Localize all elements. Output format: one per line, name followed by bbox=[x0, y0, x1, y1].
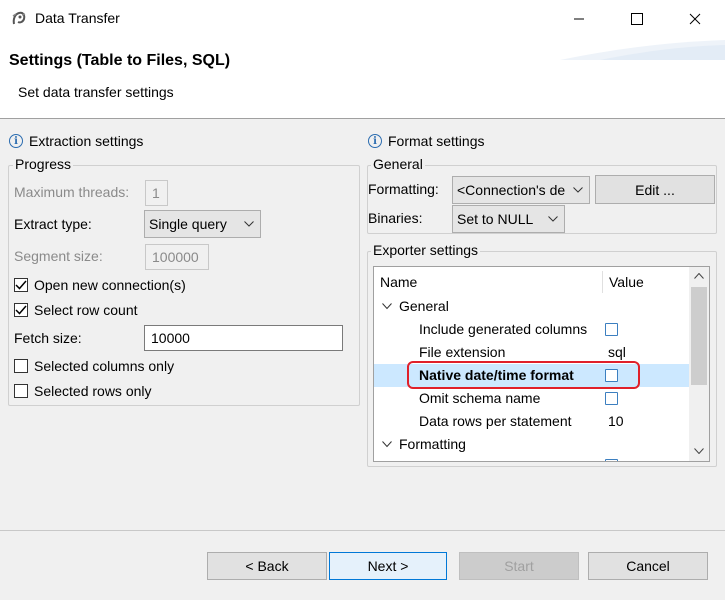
select-row-count-option[interactable]: Select row count bbox=[14, 302, 138, 318]
property-name: File extension bbox=[419, 344, 506, 360]
header-decoration bbox=[560, 40, 725, 60]
extract-type-label: Extract type: bbox=[14, 216, 92, 232]
formatting-combo[interactable]: <Connection's de bbox=[452, 176, 590, 204]
scroll-down-icon[interactable] bbox=[694, 448, 704, 454]
chevron-down-icon bbox=[542, 216, 564, 222]
footer-separator bbox=[0, 530, 725, 531]
window-title: Data Transfer bbox=[35, 10, 120, 26]
property-value: 10 bbox=[608, 413, 624, 429]
column-header-name[interactable]: Name bbox=[380, 274, 417, 290]
column-header-value[interactable]: Value bbox=[609, 274, 644, 290]
table-row[interactable]: Omit schema name bbox=[374, 387, 690, 410]
start-button: Start bbox=[459, 552, 579, 580]
fetch-size-input[interactable]: 10000 bbox=[144, 325, 343, 351]
close-button[interactable] bbox=[666, 0, 724, 38]
selected-columns-label: Selected columns only bbox=[34, 358, 175, 374]
checkbox-unchecked[interactable] bbox=[14, 359, 28, 373]
max-threads-label: Maximum threads: bbox=[14, 184, 130, 200]
checkbox-checked[interactable] bbox=[14, 303, 28, 317]
extraction-settings-heading: i Extraction settings bbox=[9, 133, 143, 149]
info-icon: i bbox=[368, 134, 382, 148]
segment-size-label: Segment size: bbox=[14, 248, 103, 264]
binaries-label: Binaries: bbox=[368, 210, 423, 226]
scroll-thumb[interactable] bbox=[691, 287, 707, 385]
table-row-partial[interactable] bbox=[374, 456, 690, 461]
cancel-button[interactable]: Cancel bbox=[588, 552, 708, 580]
formatting-value: <Connection's de bbox=[457, 182, 565, 198]
checkbox-unchecked[interactable] bbox=[605, 392, 618, 405]
info-icon: i bbox=[9, 134, 23, 148]
tree-group-label: General bbox=[399, 298, 449, 314]
max-threads-field: 1 bbox=[145, 180, 168, 206]
chevron-down-icon[interactable] bbox=[382, 441, 392, 448]
tree-group-label: Formatting bbox=[399, 436, 466, 452]
checkbox-unchecked[interactable] bbox=[605, 323, 618, 336]
title-bar: Data Transfer bbox=[0, 0, 725, 38]
table-row[interactable]: Include generated columns bbox=[374, 318, 690, 341]
chevron-down-icon bbox=[238, 221, 260, 227]
checkbox-checked[interactable] bbox=[14, 278, 28, 292]
maximize-button[interactable] bbox=[608, 0, 666, 38]
selected-rows-option[interactable]: Selected rows only bbox=[14, 383, 152, 399]
exporter-group-title: Exporter settings bbox=[371, 242, 481, 258]
property-value: sql bbox=[608, 344, 626, 360]
highlight-annotation bbox=[407, 361, 640, 389]
selected-columns-option[interactable]: Selected columns only bbox=[14, 358, 174, 374]
extract-type-value: Single query bbox=[149, 216, 227, 232]
format-settings-label: Format settings bbox=[388, 133, 485, 149]
checkbox-unchecked[interactable] bbox=[14, 384, 28, 398]
table-row[interactable]: Data rows per statement 10 bbox=[374, 410, 690, 433]
binaries-combo[interactable]: Set to NULL bbox=[452, 205, 565, 233]
chevron-down-icon[interactable] bbox=[382, 303, 392, 310]
segment-size-field: 100000 bbox=[145, 244, 209, 270]
close-icon bbox=[689, 13, 701, 25]
binaries-value: Set to NULL bbox=[457, 211, 534, 227]
extraction-settings-label: Extraction settings bbox=[29, 133, 144, 149]
extract-type-combo[interactable]: Single query bbox=[144, 210, 261, 238]
open-new-connection-option[interactable]: Open new connection(s) bbox=[14, 277, 186, 293]
property-name: Include generated columns bbox=[419, 321, 588, 337]
scroll-up-icon[interactable] bbox=[694, 273, 704, 279]
edit-button[interactable]: Edit ... bbox=[595, 175, 715, 204]
open-new-connection-label: Open new connection(s) bbox=[34, 277, 186, 293]
minimize-icon bbox=[574, 18, 584, 20]
next-button[interactable]: Next > bbox=[329, 552, 447, 580]
wizard-header: Settings (Table to Files, SQL) Set data … bbox=[0, 38, 725, 119]
progress-group-title: Progress bbox=[13, 156, 74, 172]
table-scrollbar[interactable] bbox=[689, 267, 709, 461]
column-divider bbox=[602, 271, 603, 293]
table-header: Name Value bbox=[374, 269, 690, 295]
page-title: Settings (Table to Files, SQL) bbox=[9, 52, 231, 69]
chevron-down-icon bbox=[567, 187, 589, 193]
fetch-size-label: Fetch size: bbox=[14, 330, 82, 346]
tree-group-general[interactable]: General bbox=[374, 295, 690, 318]
checkbox-unchecked[interactable] bbox=[605, 459, 618, 461]
select-row-count-label: Select row count bbox=[34, 302, 138, 318]
back-button[interactable]: < Back bbox=[207, 552, 327, 580]
property-name: Data rows per statement bbox=[419, 413, 572, 429]
maximize-icon bbox=[631, 13, 643, 25]
dbeaver-app-icon bbox=[10, 10, 28, 28]
formatting-label: Formatting: bbox=[368, 181, 439, 197]
general-group-title: General bbox=[371, 156, 425, 172]
property-name: Omit schema name bbox=[419, 390, 541, 406]
page-subtitle: Set data transfer settings bbox=[18, 84, 174, 100]
selected-rows-label: Selected rows only bbox=[34, 383, 152, 399]
minimize-button[interactable] bbox=[550, 0, 608, 38]
format-settings-heading: i Format settings bbox=[368, 133, 484, 149]
tree-group-formatting[interactable]: Formatting bbox=[374, 433, 690, 456]
